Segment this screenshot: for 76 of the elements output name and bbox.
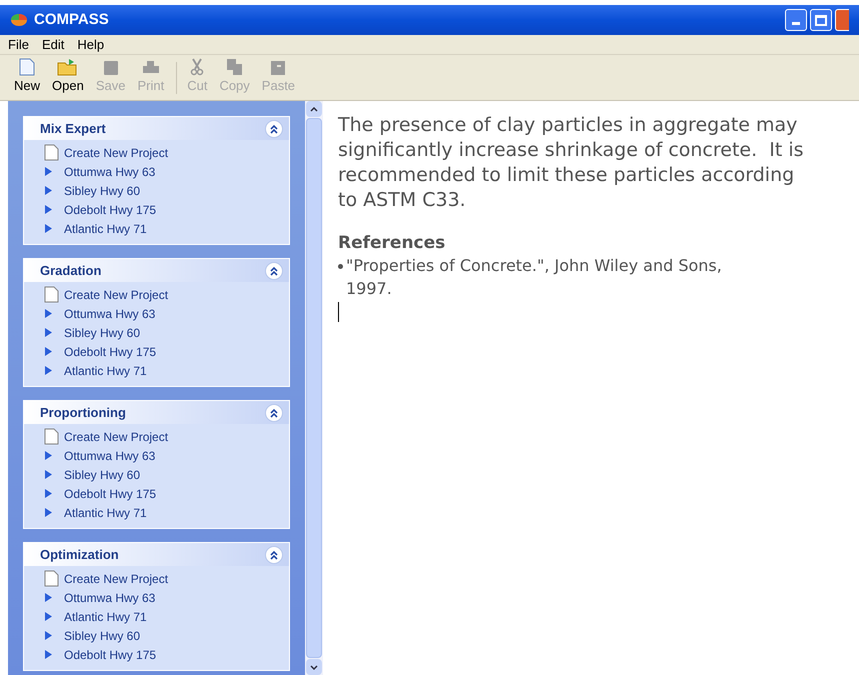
task-link[interactable]: Odebolt Hwy 175	[64, 484, 156, 502]
task-link[interactable]: Atlantic Hwy 71	[64, 608, 147, 626]
task-link[interactable]: Create New Project	[64, 570, 168, 588]
app-logo-icon	[10, 13, 28, 27]
triangle-icon	[44, 223, 53, 234]
task-link[interactable]: Create New Project	[64, 428, 168, 446]
menu-item[interactable]: Help	[77, 34, 104, 54]
task-link[interactable]: Ottumwa Hwy 63	[64, 162, 156, 180]
task-link[interactable]: Create New Project	[64, 144, 168, 162]
triangle-icon	[44, 365, 53, 376]
document-icon	[44, 144, 59, 161]
menu-item[interactable]: File	[8, 34, 29, 54]
printer-icon	[140, 60, 161, 76]
task-link[interactable]: Sibley Hwy 60	[64, 626, 140, 644]
double-chevron-icon	[269, 408, 279, 418]
scroll-thumb[interactable]	[306, 118, 322, 658]
task-link[interactable]: Ottumwa Hwy 63	[64, 446, 156, 464]
scissors-icon	[190, 58, 204, 76]
window-title: COMPASS	[34, 10, 109, 30]
bullet-icon	[338, 264, 343, 269]
triangle-icon	[44, 630, 53, 641]
triangle-icon	[44, 450, 53, 461]
folder-icon	[56, 58, 79, 76]
document-icon	[44, 570, 59, 587]
double-chevron-icon	[269, 124, 279, 134]
collapse-button[interactable]	[265, 546, 283, 564]
triangle-icon	[44, 611, 53, 622]
panel-title: Gradation	[40, 262, 102, 280]
triangle-icon	[44, 327, 53, 338]
triangle-icon	[44, 469, 53, 480]
document-icon	[44, 286, 59, 303]
triangle-icon	[44, 346, 53, 357]
collapse-button[interactable]	[265, 120, 283, 138]
toolbar-button[interactable]: Open	[52, 58, 84, 95]
document-icon	[44, 428, 59, 445]
triangle-icon	[44, 649, 53, 660]
double-chevron-icon	[269, 550, 279, 560]
reference-text: "Properties of Concrete.", John Wiley and Sons, 1997.	[346, 255, 723, 300]
close-button[interactable]	[835, 9, 849, 31]
triangle-icon	[44, 592, 53, 603]
panel-title: Optimization	[40, 546, 119, 564]
maximize-button[interactable]	[810, 9, 832, 31]
panel-title: Mix Expert	[40, 120, 106, 138]
task-link[interactable]: Ottumwa Hwy 63	[64, 304, 156, 322]
task-link[interactable]: Odebolt Hwy 175	[64, 200, 156, 218]
text-cursor	[338, 302, 339, 322]
new-document-icon	[19, 58, 35, 76]
minimize-button[interactable]	[785, 9, 807, 31]
triangle-icon	[44, 488, 53, 499]
task-link[interactable]: Ottumwa Hwy 63	[64, 588, 156, 606]
task-link[interactable]: Sibley Hwy 60	[64, 182, 140, 200]
task-link[interactable]: Sibley Hwy 60	[64, 324, 140, 342]
triangle-icon	[44, 185, 53, 196]
copy-icon	[226, 58, 244, 76]
task-link[interactable]: Atlantic Hwy 71	[64, 220, 147, 238]
collapse-button[interactable]	[265, 404, 283, 422]
document-paragraph: The presence of clay particles in aggregate may significantly increase shrinkage of concrete. It is recommended to limit these particles according to ASTM C33.	[338, 113, 804, 213]
triangle-icon	[44, 308, 53, 319]
double-chevron-icon	[269, 266, 279, 276]
task-link[interactable]: Sibley Hwy 60	[64, 466, 140, 484]
task-link[interactable]: Create New Project	[64, 286, 168, 304]
triangle-icon	[44, 166, 53, 177]
references-heading: References	[338, 233, 446, 254]
task-link[interactable]: Atlantic Hwy 71	[64, 504, 147, 522]
collapse-button[interactable]	[265, 262, 283, 280]
panel-title: Proportioning	[40, 404, 126, 422]
task-link[interactable]: Odebolt Hwy 175	[64, 646, 156, 664]
triangle-icon	[44, 204, 53, 215]
scroll-down-icon[interactable]	[306, 659, 322, 675]
task-link[interactable]: Odebolt Hwy 175	[64, 342, 156, 360]
toolbar-button[interactable]: New	[14, 58, 40, 95]
scrollbar[interactable]	[305, 101, 323, 675]
triangle-icon	[44, 507, 53, 518]
menu-item[interactable]: Edit	[42, 34, 64, 54]
task-link[interactable]: Atlantic Hwy 71	[64, 362, 147, 380]
scroll-up-icon[interactable]	[306, 101, 322, 117]
